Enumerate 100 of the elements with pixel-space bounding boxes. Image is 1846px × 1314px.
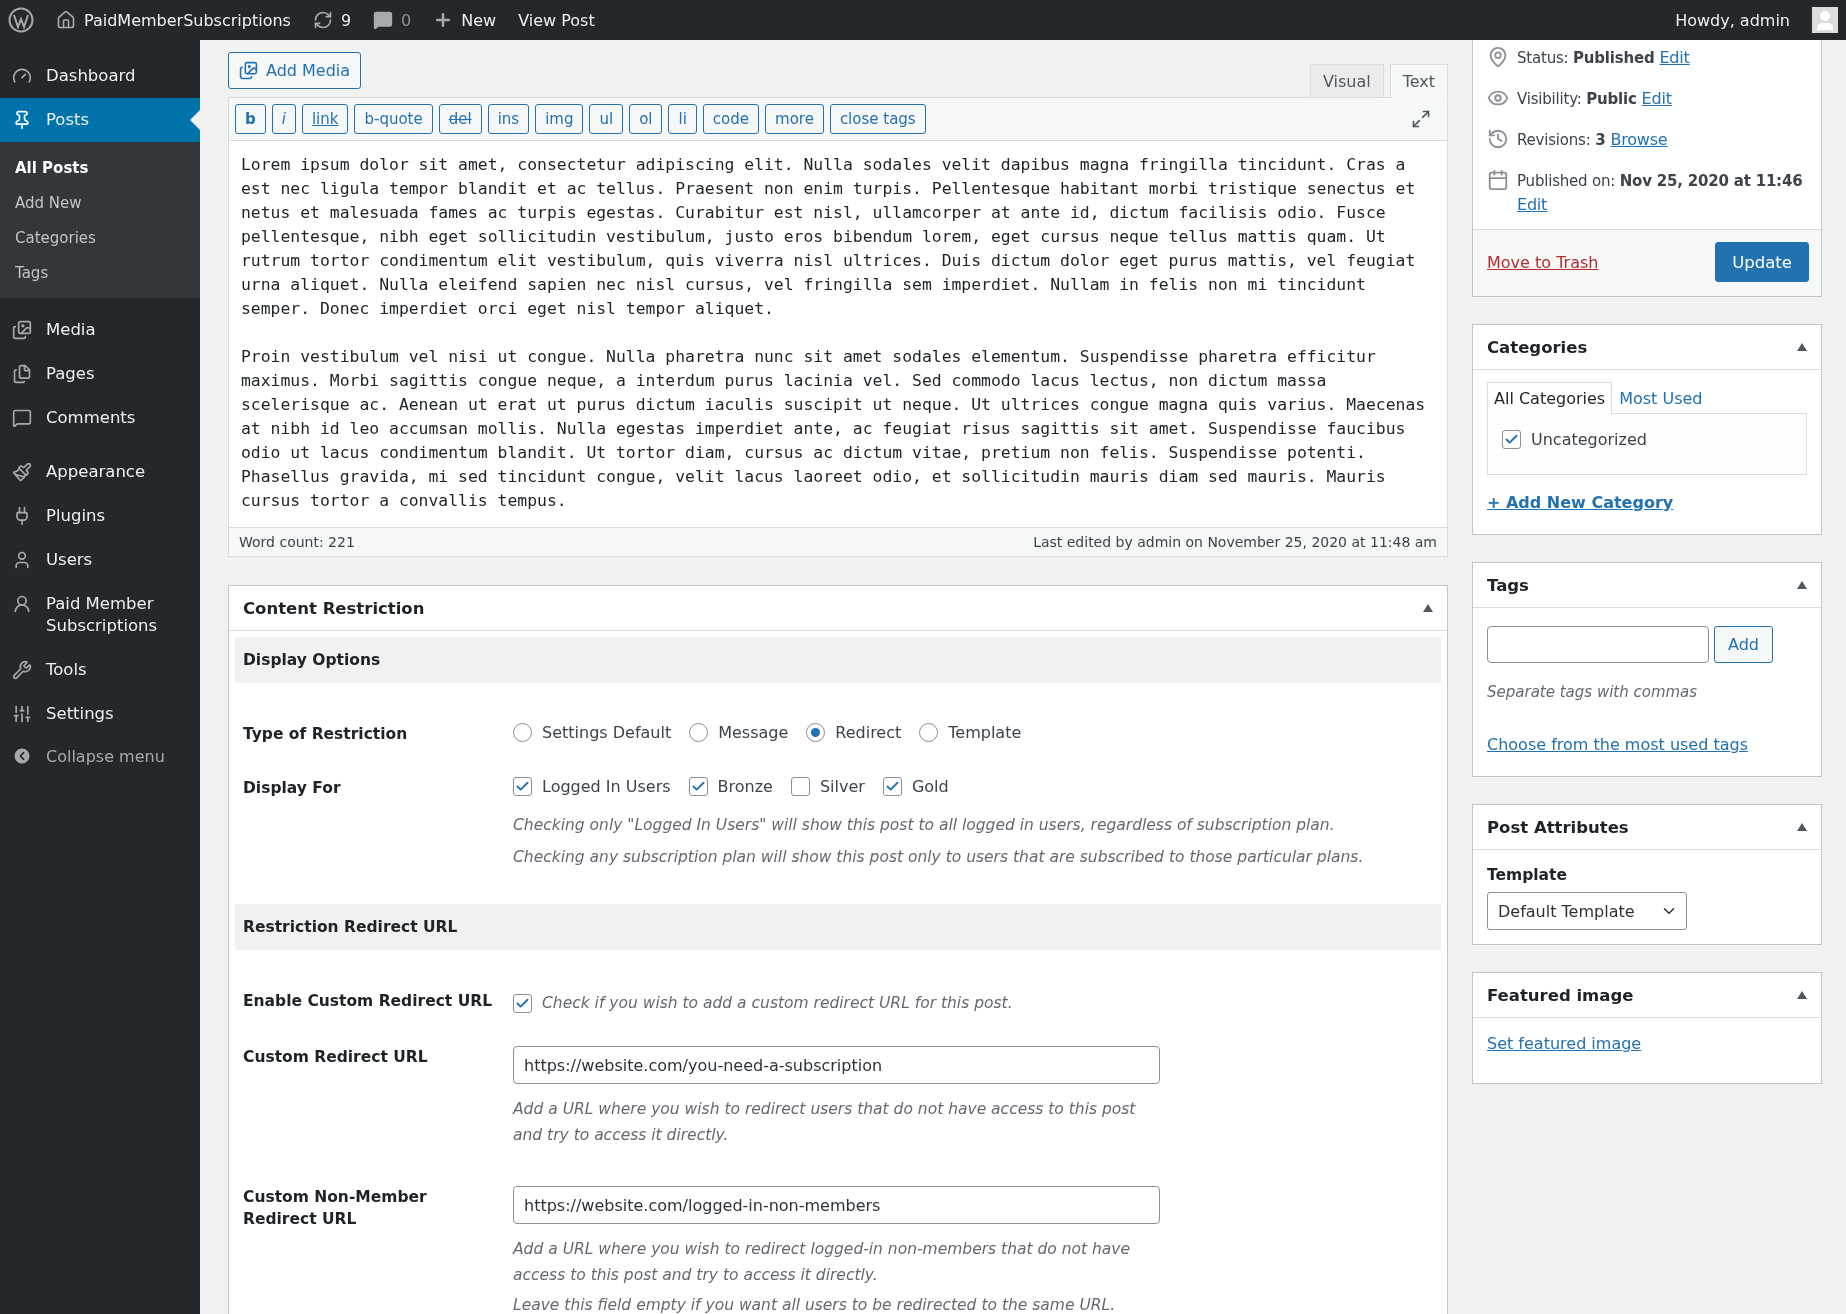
radio-option[interactable]: Redirect bbox=[806, 723, 902, 742]
sidebar-menu-item[interactable]: Plugins bbox=[0, 494, 200, 538]
panel-title: Featured image bbox=[1487, 985, 1634, 1005]
quicktag-button[interactable]: li bbox=[668, 104, 697, 134]
quicktag-button[interactable]: code bbox=[702, 104, 759, 134]
sliders-icon bbox=[12, 704, 32, 724]
checkbox-option[interactable]: Logged In Users bbox=[513, 777, 671, 796]
collapse-menu-button[interactable]: Collapse menu bbox=[0, 736, 200, 776]
radio-option[interactable]: Settings Default bbox=[513, 723, 672, 742]
quicktag-button[interactable]: close tags bbox=[829, 104, 926, 134]
collapse-toggle-icon[interactable] bbox=[1423, 604, 1433, 612]
sidebar-menu-item[interactable]: Posts bbox=[0, 98, 200, 142]
add-media-button[interactable]: Add Media bbox=[228, 52, 362, 89]
quicktag-button[interactable]: ol bbox=[629, 104, 663, 134]
post-content-text[interactable]: Lorem ipsum dolor sit amet, consectetur adipiscing elit. Nulla sodales velit dapibus magna fringilla tincidunt. Cras a est nec ligula tempor blandit et ac tellus. Praesent non enim turpis. Pellentesque habitant morbi tristique senectus et netus et malesuada fames ac turpis egestas. Curabitur est nisl, ullamcorper at ante id, dictum facilisis odio. Fusce pellentesque, nibh eget sollicitudin vestibulum, justo eros bibendum lorem, eget cursus neque tellus mattis quam. Ut rutrum tortor condimentum elit vestibulum, quis viverra nisl ultrices. Duis dictum dolor eget purus mattis, vel feugiat urna aliquet. Nulla eleifend sapien nec nisl cursus, vel fringilla sem imperdiet. Nullam in felis non mi tincidunt semper. Donec imperdiet orci eget nisl tempor aliquet. Proin vestibulum vel nisi ut congue. Nulla pharetra nunc sit amet sodales elementum. Suspendisse pharetra efficitur maximus. Morbi sagittis congue neque, a interdum purus lacinia vel. Sed commodo lacus lectus, non dictum massa scelerisque ac. Aenean ut erat ut purus dictum iaculis suscipit ut neque. Ut ultrices congue magna quis varius. Maecenas at nibh id leo accumsan mollis. Nulla egestas imperdiet ante, ac feugiat risus sagittis sit amet. Suspendisse faucibus odio ut lacus condimentum blandit. Ut tortor diam, cursus ac dictum vitae, pretium non felis. Suspendisse potenti. Phasellus gravida, mi sed tincidunt congue, velit lacus laoreet odio, et sollicitudin mauris diam sed mauris. Mauris cursus tortor a convallis tempus. bbox=[229, 141, 1447, 527]
set-featured-image-link[interactable]: Set featured image bbox=[1487, 1034, 1642, 1053]
edit-link[interactable]: Browse bbox=[1610, 128, 1668, 152]
edit-link[interactable]: Edit bbox=[1517, 193, 1548, 217]
quicktag-button[interactable]: link bbox=[301, 104, 349, 134]
new-link[interactable]: New bbox=[461, 10, 497, 30]
move-to-trash-link[interactable]: Move to Trash bbox=[1487, 252, 1599, 272]
add-category-link[interactable]: + Add New Category bbox=[1487, 493, 1674, 512]
checkbox[interactable] bbox=[1502, 430, 1521, 449]
checkbox-option[interactable]: Check if you wish to add a custom redirect URL for this post. bbox=[513, 990, 1433, 1016]
panel-title: Categories bbox=[1487, 337, 1588, 357]
site-name-link[interactable]: PaidMemberSubscriptions bbox=[84, 10, 291, 30]
fullscreen-icon[interactable] bbox=[1411, 109, 1431, 129]
submenu-item[interactable]: Add New bbox=[0, 185, 200, 220]
category-tab[interactable]: Most Used bbox=[1612, 382, 1710, 414]
checkbox[interactable] bbox=[790, 777, 810, 796]
quicktag-button[interactable]: i bbox=[271, 104, 296, 134]
radio-option[interactable]: Template bbox=[919, 723, 1022, 742]
most-used-tags-link[interactable]: Choose from the most used tags bbox=[1487, 735, 1749, 754]
edit-link[interactable]: Edit bbox=[1641, 87, 1672, 111]
sidebar-menu-item[interactable]: Tools bbox=[0, 648, 200, 692]
quicktag-button[interactable]: del bbox=[438, 104, 482, 134]
sidebar-menu-item[interactable]: Dashboard bbox=[0, 54, 200, 98]
help-text: Add a URL where you wish to redirect logged-in non-members that do not have access to this post and try to access it directly. bbox=[513, 1239, 1132, 1286]
tag-input[interactable] bbox=[1487, 626, 1709, 663]
quicktag-button[interactable]: ul bbox=[589, 104, 624, 134]
help-text: Add a URL where you wish to redirect users that do not have access to this post and try to access it directly. bbox=[513, 1099, 1137, 1146]
sidebar-menu-item[interactable]: Comments bbox=[0, 396, 200, 440]
greeting-link[interactable]: Howdy, admin bbox=[1675, 10, 1790, 30]
checkbox[interactable] bbox=[513, 993, 532, 1013]
help-text: Leave this field empty if you want all users to be redirected to the same URL. bbox=[513, 1295, 1117, 1314]
sidebar-menu-item[interactable]: Appearance bbox=[0, 450, 200, 494]
submenu-item[interactable]: All Posts bbox=[0, 150, 200, 185]
url-input[interactable]: https://website.com/you-need-a-subscription bbox=[513, 1046, 1160, 1084]
updates-icon[interactable] bbox=[312, 10, 333, 30]
category-tab[interactable]: All Categories bbox=[1487, 382, 1613, 414]
sidebar-menu-item[interactable]: Media bbox=[0, 308, 200, 352]
radio-button[interactable] bbox=[689, 723, 709, 742]
updates-count: 9 bbox=[340, 10, 352, 30]
radio-button[interactable] bbox=[806, 723, 826, 742]
wordpress-logo-icon[interactable] bbox=[8, 7, 34, 33]
panel-title: Content Restriction bbox=[243, 598, 425, 618]
submenu-item[interactable]: Categories bbox=[0, 220, 200, 255]
radio-option[interactable]: Message bbox=[689, 723, 789, 742]
checkbox-option[interactable]: Uncategorized bbox=[1502, 430, 1792, 449]
collapse-toggle-icon[interactable] bbox=[1797, 343, 1807, 351]
field-label: Custom Redirect URL bbox=[243, 1047, 429, 1068]
collapse-toggle-icon[interactable] bbox=[1797, 991, 1807, 999]
update-button[interactable]: Update bbox=[1715, 242, 1809, 282]
checkbox-option[interactable]: Gold bbox=[882, 777, 949, 796]
quicktag-button[interactable]: img bbox=[535, 104, 584, 134]
help-text: Checking only "Logged In Users" will show this post to all logged in users, regardless of subscription plan. bbox=[513, 815, 1336, 836]
view-post-link[interactable]: View Post bbox=[518, 10, 595, 30]
radio-button[interactable] bbox=[513, 723, 532, 742]
collapse-toggle-icon[interactable] bbox=[1797, 581, 1807, 589]
checkbox-option[interactable]: Bronze bbox=[688, 777, 773, 796]
comment-icon[interactable] bbox=[373, 10, 394, 30]
pages-icon bbox=[12, 364, 32, 384]
radio-button[interactable] bbox=[919, 723, 939, 742]
home-icon[interactable] bbox=[56, 10, 76, 30]
sidebar-menu-item[interactable]: Paid Member Subscriptions bbox=[0, 582, 200, 648]
quicktag-button[interactable]: b bbox=[235, 104, 266, 134]
quicktag-button[interactable]: more bbox=[765, 104, 824, 134]
field-label: Custom Non-Member Redirect URL bbox=[243, 1187, 428, 1230]
template-select[interactable]: Default Template bbox=[1487, 892, 1687, 930]
field-label: Enable Custom Redirect URL bbox=[243, 991, 494, 1012]
editor-tab[interactable]: Visual bbox=[1309, 64, 1384, 98]
sidebar-menu-item[interactable]: Pages bbox=[0, 352, 200, 396]
section-heading: Display Options bbox=[235, 637, 1441, 683]
sidebar-menu-item[interactable]: Users bbox=[0, 538, 200, 582]
add-tag-button[interactable]: Add bbox=[1714, 626, 1773, 663]
quicktag-button[interactable]: b-quote bbox=[354, 104, 433, 134]
checkbox[interactable] bbox=[688, 777, 708, 796]
panel-title: Post Attributes bbox=[1487, 817, 1629, 837]
url-input[interactable]: https://website.com/logged-in-non-members bbox=[513, 1186, 1160, 1224]
publish-info-text: Visibility: Public bbox=[1517, 89, 1637, 110]
editor-tab[interactable]: Text bbox=[1389, 64, 1448, 98]
edit-link[interactable]: Edit bbox=[1659, 46, 1690, 70]
quicktag-button[interactable]: ins bbox=[487, 104, 530, 134]
history-icon bbox=[1487, 128, 1509, 150]
checkbox-option[interactable]: Silver bbox=[790, 777, 865, 796]
collapse-toggle-icon[interactable] bbox=[1797, 823, 1807, 831]
checkbox[interactable] bbox=[882, 777, 902, 796]
submenu-item[interactable]: Tags bbox=[0, 255, 200, 290]
sidebar-menu-item[interactable]: Settings bbox=[0, 692, 200, 736]
checkbox[interactable] bbox=[513, 777, 532, 796]
